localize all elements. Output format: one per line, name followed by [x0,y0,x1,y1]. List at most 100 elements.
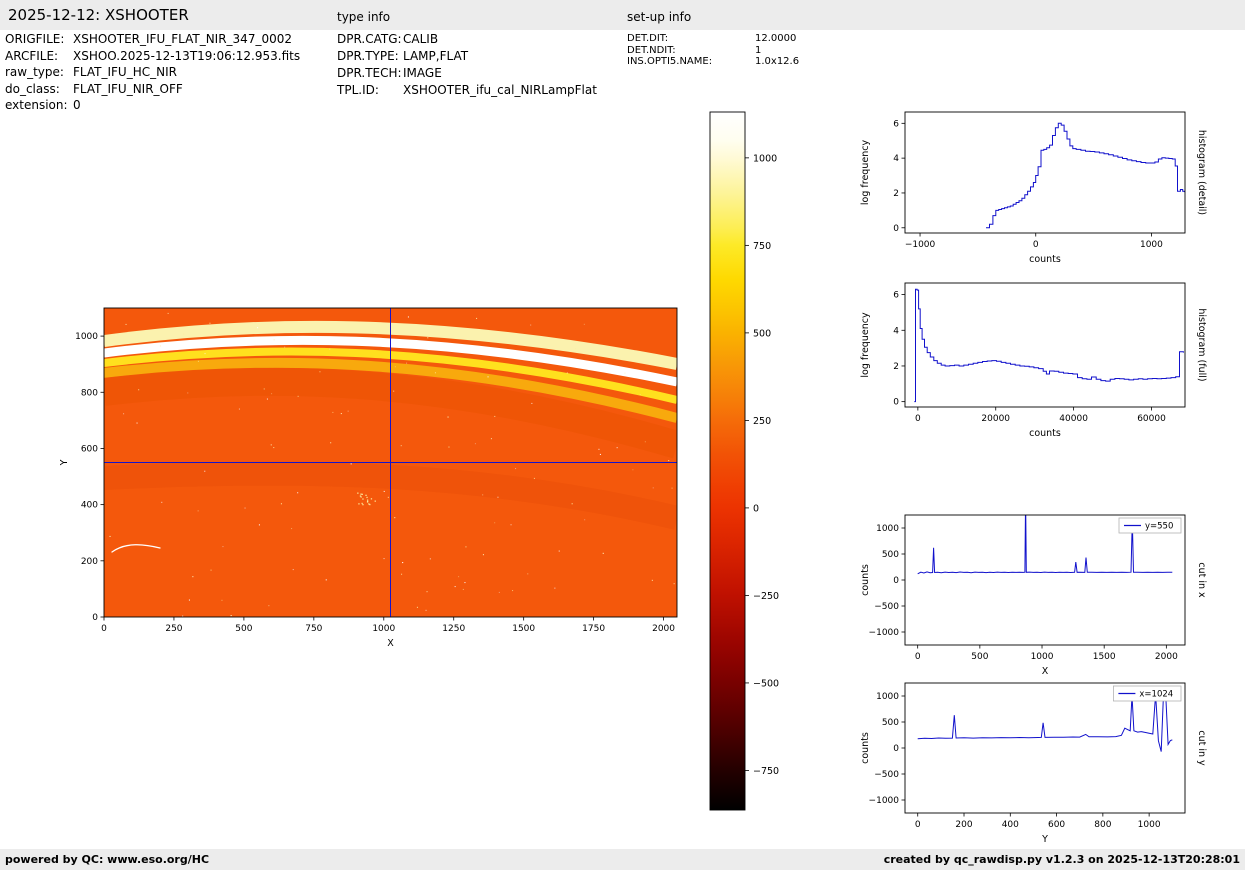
field-label: DPR.TYPE: [337,48,403,65]
svg-text:0: 0 [915,414,921,424]
svg-text:1000: 1000 [1031,652,1054,662]
svg-text:1000: 1000 [1138,820,1161,830]
field-label: do_class: [5,81,73,98]
svg-text:500: 500 [235,624,252,634]
field-label: DPR.CATG: [337,31,403,48]
svg-text:0: 0 [893,398,899,408]
svg-text:y=550: y=550 [1145,522,1173,532]
svg-text:1000: 1000 [876,692,899,702]
type-info-row: DPR.CATG:CALIB [337,31,597,48]
field-label: INS.OPTI5.NAME: [627,56,755,68]
svg-text:500: 500 [753,328,771,339]
svg-text:40000: 40000 [1059,414,1088,424]
detector-image [104,308,677,617]
svg-text:4: 4 [893,154,899,164]
file-info-row: extension:0 [5,97,300,114]
field-value: XSHOO.2025-12-13T19:06:12.953.fits [73,48,300,65]
svg-text:1750: 1750 [582,624,605,634]
setup-info-heading: set-up info [627,10,691,24]
svg-text:0: 0 [893,224,899,234]
footer-bar: powered by QC: www.eso.org/HC created by… [0,849,1245,870]
setup-info-row: DET.NDIT:1 [627,45,799,57]
series-histogram-full [914,289,1183,401]
axes-box [905,515,1185,645]
svg-text:cut in y: cut in y [1196,730,1207,766]
cut-in-y-plot: 02004006008001000−1000−50005001000Ycount… [860,671,1237,855]
histogram-detail-plot: −1000010000246countslog frequencyhistogr… [860,100,1237,275]
svg-text:cut in x: cut in x [1196,562,1207,598]
svg-text:−1000: −1000 [905,240,936,250]
axes-box [905,283,1185,407]
svg-text:histogram (detail): histogram (detail) [1196,130,1207,215]
setup-info-row: DET.DIT:12.0000 [627,33,799,45]
header-bar: 2025-12-12: XSHOOTER type info set-up in… [0,0,1245,30]
page-title: 2025-12-12: XSHOOTER [8,6,189,24]
colorbar-gradient [710,112,745,810]
svg-text:500: 500 [882,718,899,728]
svg-text:800: 800 [1094,820,1111,830]
svg-text:0: 0 [753,503,759,514]
field-label: DPR.TECH: [337,65,403,82]
svg-text:1000: 1000 [75,332,98,342]
field-value: 0 [73,97,81,114]
svg-text:counts: counts [860,732,871,764]
field-value: LAMP,FLAT [403,48,468,65]
svg-text:400: 400 [1002,820,1019,830]
svg-text:X: X [387,638,394,649]
svg-text:250: 250 [165,624,182,634]
svg-text:counts: counts [1029,428,1061,439]
field-value: CALIB [403,31,438,48]
svg-text:−1000: −1000 [869,628,900,638]
colorbar: 10007505002500−250−500−750 [705,105,805,824]
svg-text:0: 0 [101,624,107,634]
svg-text:1000: 1000 [876,524,899,534]
field-label: ORIGFILE: [5,31,73,48]
svg-text:log frequency: log frequency [860,140,871,206]
svg-text:0: 0 [893,744,899,754]
svg-text:60000: 60000 [1137,414,1166,424]
setup-info-row: INS.OPTI5.NAME:1.0x12.6 [627,56,799,68]
svg-text:0: 0 [92,613,98,623]
field-value: XSHOOTER_IFU_FLAT_NIR_347_0002 [73,31,292,48]
svg-text:400: 400 [81,501,98,511]
file-info-row: raw_type:FLAT_IFU_HC_NIR [5,64,300,81]
svg-text:log frequency: log frequency [860,312,871,378]
field-label: raw_type: [5,64,73,81]
axes-box [905,683,1185,813]
svg-text:2000: 2000 [1155,652,1178,662]
svg-text:−500: −500 [874,602,899,612]
svg-text:counts: counts [1029,254,1061,265]
svg-text:600: 600 [1048,820,1065,830]
type-info-block: DPR.CATG:CALIB DPR.TYPE:LAMP,FLAT DPR.TE… [337,31,597,99]
svg-text:200: 200 [955,820,972,830]
footer-powered-by: powered by QC: www.eso.org/HC [5,853,209,866]
file-info-row: do_class:FLAT_IFU_NIR_OFF [5,81,300,98]
file-info-row: ORIGFILE:XSHOOTER_IFU_FLAT_NIR_347_0002 [5,31,300,48]
detector-image-plot: 0250500750100012501500175020000200400600… [59,296,729,659]
cut-in-x-plot: 0500100015002000−1000−50005001000Xcounts… [860,503,1237,687]
svg-text:2: 2 [893,362,899,372]
field-value: FLAT_IFU_HC_NIR [73,64,177,81]
type-info-row: TPL.ID:XSHOOTER_ifu_cal_NIRLampFlat [337,82,597,99]
footer-created-by: created by qc_rawdisp.py v1.2.3 on 2025-… [884,853,1240,866]
svg-text:0: 0 [893,576,899,586]
svg-text:1250: 1250 [442,624,465,634]
svg-text:histogram (full): histogram (full) [1196,308,1207,381]
svg-text:800: 800 [81,388,98,398]
setup-info-block: DET.DIT:12.0000 DET.NDIT:1 INS.OPTI5.NAM… [627,33,799,68]
file-info-block: ORIGFILE:XSHOOTER_IFU_FLAT_NIR_347_0002 … [5,31,300,114]
field-value: XSHOOTER_ifu_cal_NIRLampFlat [403,82,597,99]
series-histogram-detail [986,123,1184,228]
svg-text:2: 2 [893,189,899,199]
svg-text:0: 0 [915,652,921,662]
svg-text:1000: 1000 [372,624,395,634]
svg-text:0: 0 [915,820,921,830]
axes-box [905,112,1185,233]
svg-text:600: 600 [81,444,98,454]
field-value: 12.0000 [755,33,796,45]
svg-text:750: 750 [305,624,322,634]
type-info-row: DPR.TECH:IMAGE [337,65,597,82]
svg-text:−500: −500 [753,678,779,689]
field-label: DET.DIT: [627,33,755,45]
field-value: FLAT_IFU_NIR_OFF [73,81,183,98]
